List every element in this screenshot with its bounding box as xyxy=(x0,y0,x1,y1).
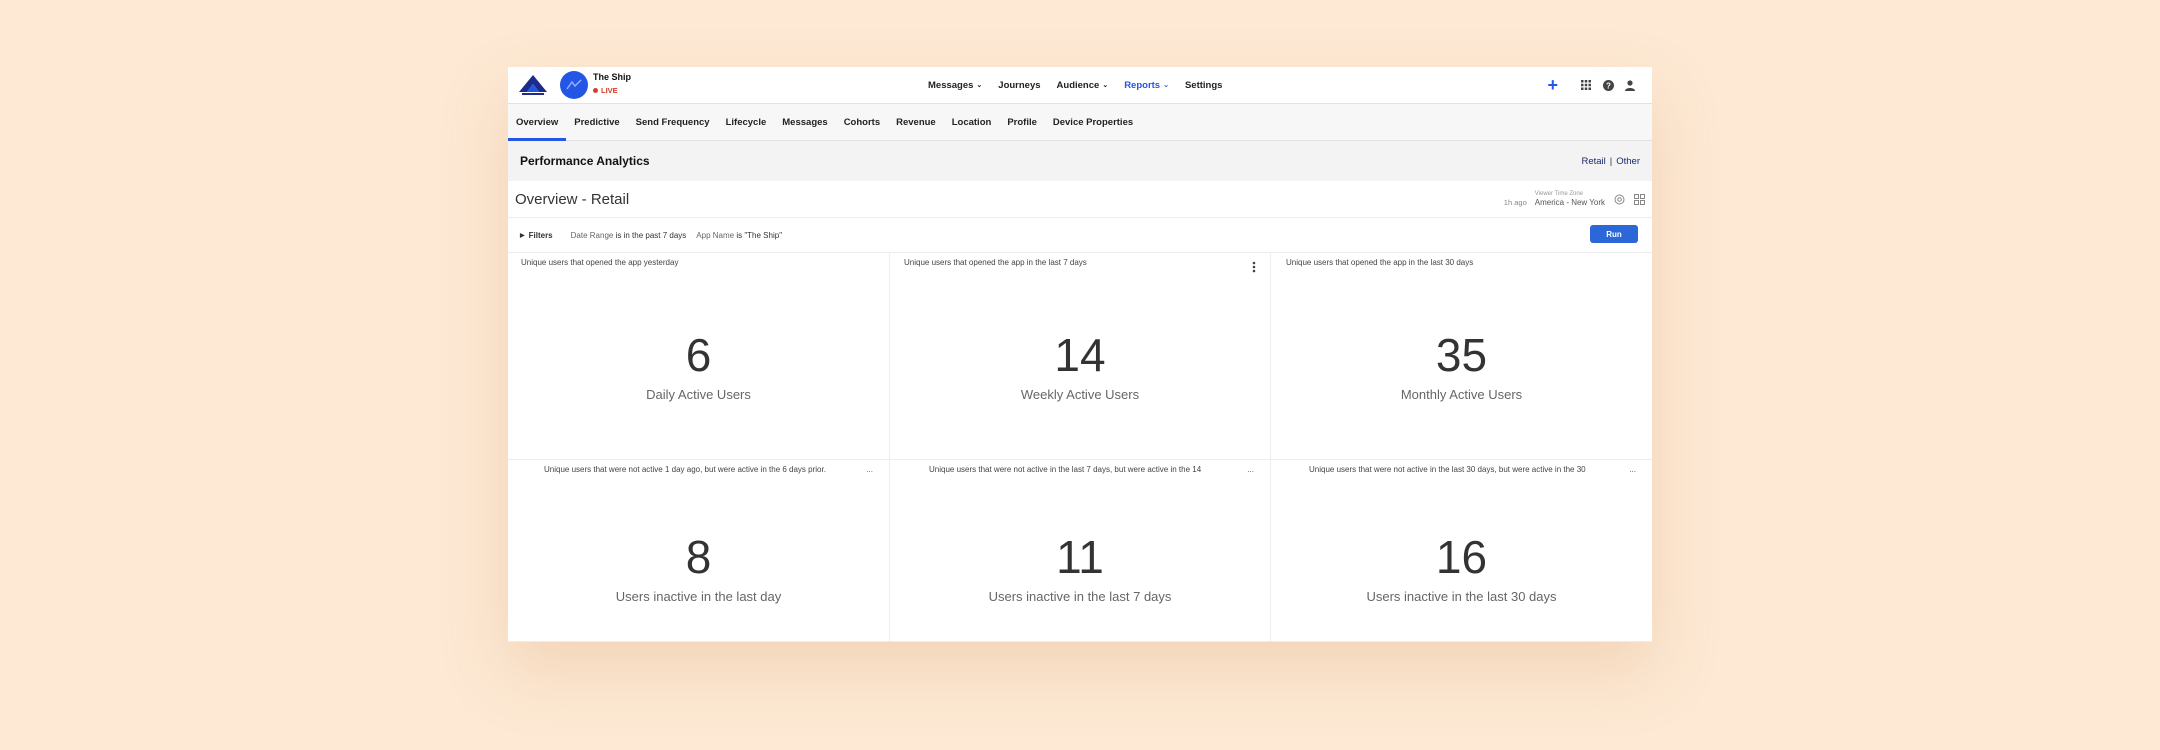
plus-icon[interactable]: + xyxy=(1547,76,1558,94)
nav-item-label: Messages xyxy=(928,79,974,91)
tile-more-icon[interactable]: ... xyxy=(866,465,873,474)
tile-label: Users inactive in the last 30 days xyxy=(1366,589,1557,604)
app-avatar-icon xyxy=(566,79,582,90)
tile-description: Unique users that were not active in the… xyxy=(929,465,1202,474)
app-status-badge: LIVE xyxy=(593,86,618,95)
tile-value: 8 xyxy=(685,531,712,583)
tile-description: Unique users that opened the app in the … xyxy=(1286,258,1474,267)
tile-label: Daily Active Users xyxy=(646,387,751,402)
tile-monthly-active-users: Unique users that opened the app in the … xyxy=(1271,253,1652,460)
help-icon[interactable]: ? xyxy=(1602,79,1614,91)
tab-profile[interactable]: Profile xyxy=(999,104,1045,140)
nav-item-messages[interactable]: Messages ⌄ xyxy=(928,80,982,91)
tile-inactive-last-day: Unique users that were not active 1 day … xyxy=(508,460,890,642)
tab-send-frequency[interactable]: Send Frequency xyxy=(628,104,718,140)
svg-text:?: ? xyxy=(1606,81,1611,90)
tab-overview[interactable]: Overview xyxy=(508,104,567,141)
nav-item-reports[interactable]: Reports ⌄ xyxy=(1124,80,1169,91)
tile-label: Users inactive in the last 7 days xyxy=(988,589,1172,604)
app-status-label: LIVE xyxy=(601,86,618,95)
dashboard-title: Overview - Retail xyxy=(515,190,630,208)
tab-revenue[interactable]: Revenue xyxy=(888,104,944,140)
layout-grid-icon[interactable] xyxy=(1633,193,1645,205)
user-icon[interactable] xyxy=(1624,79,1636,91)
report-tabs: Overview Predictive Send Frequency Lifec… xyxy=(508,104,1652,141)
tab-cohorts[interactable]: Cohorts xyxy=(836,104,888,140)
last-run-time: 1h ago xyxy=(1503,197,1527,207)
tab-location[interactable]: Location xyxy=(944,104,1000,140)
filter-bar: ▶ Filters Date Range is in the past 7 da… xyxy=(508,218,1652,253)
filter-value: is "The Ship" xyxy=(736,230,783,240)
tab-lifecycle[interactable]: Lifecycle xyxy=(718,104,775,140)
filter-key: App Name xyxy=(696,230,735,240)
kebab-menu-icon[interactable] xyxy=(1252,261,1256,273)
filter-key: Date Range xyxy=(570,230,614,240)
tile-weekly-active-users: Unique users that opened the app in the … xyxy=(890,253,1271,460)
tile-value: 11 xyxy=(1056,531,1104,583)
caret-right-icon: ▶ xyxy=(520,232,525,239)
tile-daily-active-users: Unique users that opened the app yesterd… xyxy=(508,253,890,460)
tab-messages[interactable]: Messages xyxy=(774,104,835,140)
metric-tiles: Unique users that opened the app yesterd… xyxy=(508,253,1652,642)
filter-date-range[interactable]: Date Range is in the past 7 days xyxy=(571,231,687,240)
main-nav: Messages ⌄ Journeys Audience ⌄ Reports ⌄ Se… xyxy=(928,67,1222,103)
app-window: The Ship LIVE Messages ⌄ Journeys Audienc… xyxy=(508,67,1652,642)
brand-logo-icon[interactable] xyxy=(518,74,548,96)
run-button[interactable]: Run xyxy=(1590,225,1638,243)
chevron-down-icon: ⌄ xyxy=(1163,82,1169,89)
gear-icon[interactable] xyxy=(1613,193,1625,205)
timezone-label: Viewer Time Zone xyxy=(1534,191,1583,197)
nav-item-label: Audience xyxy=(1056,79,1100,91)
status-dot-icon xyxy=(593,88,598,93)
tile-label: Users inactive in the last day xyxy=(615,589,782,604)
tab-device-properties[interactable]: Device Properties xyxy=(1045,104,1141,140)
tile-label: Monthly Active Users xyxy=(1400,387,1523,402)
view-toggle: Retail | Other xyxy=(1581,156,1640,167)
tile-description: Unique users that were not active in the… xyxy=(1309,465,1586,474)
grid-icon[interactable] xyxy=(1580,79,1592,91)
tile-description: Unique users that opened the app in the … xyxy=(904,258,1087,267)
dashboard-header: Overview - Retail 1h ago Viewer Time Zon… xyxy=(508,181,1652,218)
page-header: Performance Analytics Retail | Other xyxy=(508,141,1652,181)
app-avatar[interactable] xyxy=(560,71,588,99)
filter-value: is in the past 7 days xyxy=(615,230,687,240)
tile-more-icon[interactable]: ... xyxy=(1629,465,1636,474)
top-actions: + ? xyxy=(1547,67,1636,103)
nav-item-settings[interactable]: Settings xyxy=(1185,80,1222,91)
timezone-selector[interactable]: Viewer Time Zone America - New York xyxy=(1535,191,1605,207)
nav-item-label: Reports xyxy=(1124,79,1161,91)
filters-toggle[interactable]: ▶ Filters xyxy=(520,231,553,240)
dashboard-meta: 1h ago Viewer Time Zone America - New Yo… xyxy=(1504,191,1645,207)
tile-inactive-last-30-days: Unique users that were not active in the… xyxy=(1271,460,1652,642)
chevron-down-icon: ⌄ xyxy=(1102,82,1109,89)
tile-description: Unique users that opened the app yesterd… xyxy=(521,258,679,267)
filters-label: Filters xyxy=(528,230,553,240)
chevron-down-icon: ⌄ xyxy=(976,82,983,89)
tile-description: Unique users that were not active 1 day … xyxy=(544,465,826,474)
tab-predictive[interactable]: Predictive xyxy=(566,104,627,140)
view-separator: | xyxy=(1609,155,1613,167)
tile-value: 16 xyxy=(1435,531,1488,583)
tile-more-icon[interactable]: ... xyxy=(1247,465,1254,474)
nav-item-label: Settings xyxy=(1184,79,1223,91)
tile-value: 35 xyxy=(1435,329,1488,381)
top-nav-bar: The Ship LIVE Messages ⌄ Journeys Audienc… xyxy=(508,67,1652,104)
nav-item-audience[interactable]: Audience ⌄ xyxy=(1057,80,1109,91)
view-other-link[interactable]: Other xyxy=(1616,156,1640,167)
app-name[interactable]: The Ship xyxy=(593,72,631,82)
tile-inactive-last-7-days: Unique users that were not active in the… xyxy=(890,460,1271,642)
filter-app-name[interactable]: App Name is "The Ship" xyxy=(696,231,782,240)
tile-value: 6 xyxy=(685,329,712,381)
nav-item-journeys[interactable]: Journeys xyxy=(998,80,1040,91)
tile-label: Weekly Active Users xyxy=(1020,387,1140,402)
nav-item-label: Journeys xyxy=(998,79,1041,91)
page-title: Performance Analytics xyxy=(520,154,650,168)
view-retail-link[interactable]: Retail xyxy=(1581,156,1605,167)
timezone-value: America - New York xyxy=(1534,198,1605,207)
tile-value: 14 xyxy=(1054,329,1106,381)
